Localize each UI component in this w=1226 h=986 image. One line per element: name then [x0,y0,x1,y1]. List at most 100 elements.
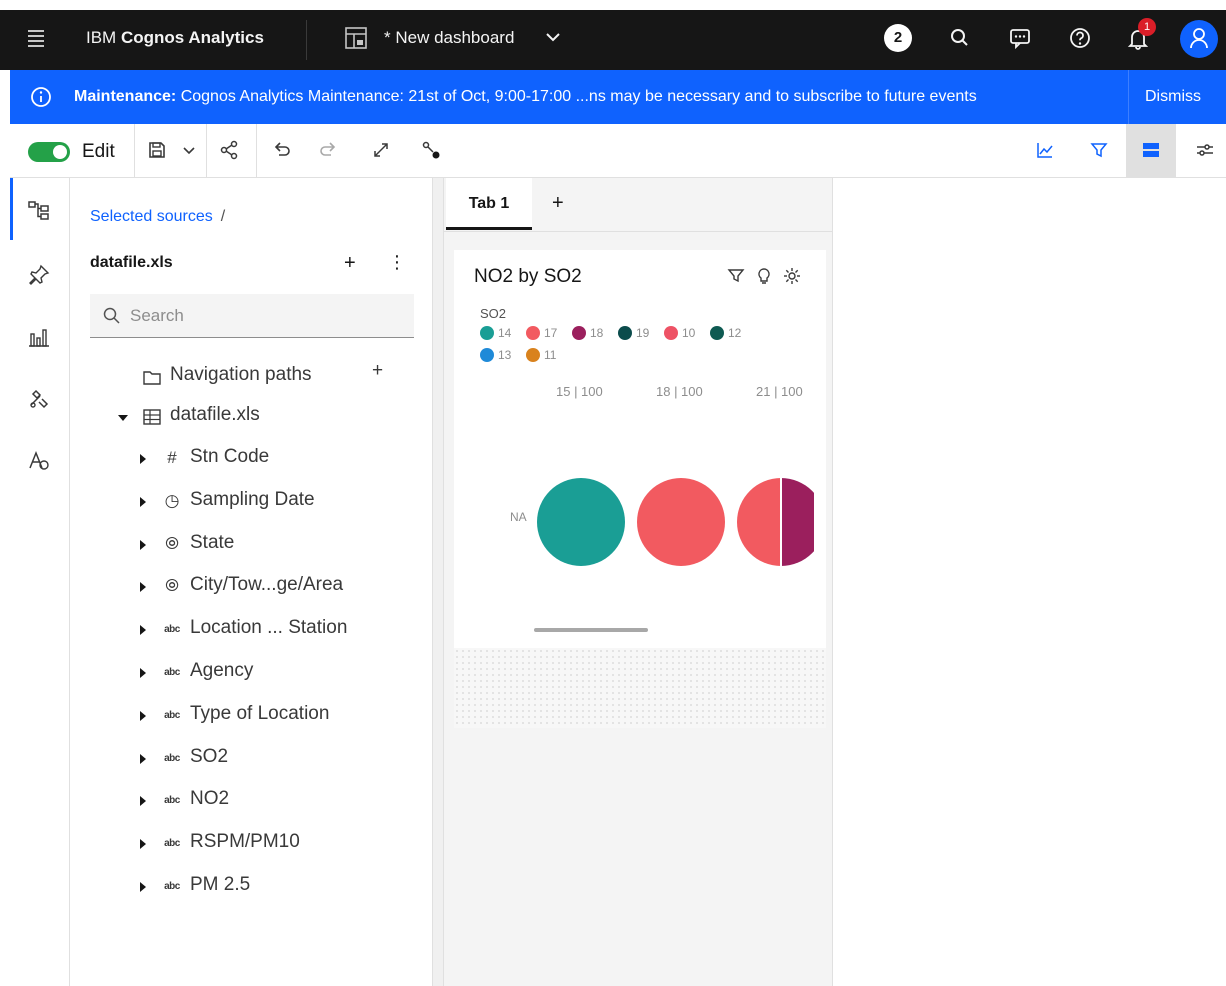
dashboard-canvas: Tab 1 + NO2 by SO2 SO2 14 17 18 19 10 12 13 11 … [444,178,832,986]
source-title: datafile.xls [90,254,173,271]
user-avatar[interactable] [1180,20,1218,58]
clock-icon: ◷ [164,490,180,510]
banner-text: Cognos Analytics Maintenance: 21st of Oc… [176,88,977,105]
breadcrumb-selected-sources[interactable]: Selected sources [90,208,213,225]
menu-icon[interactable] [28,30,44,50]
chevron-down-icon[interactable] [178,139,200,161]
bubble-partial-21[interactable] [737,478,825,566]
field-label: Stn Code [190,446,270,467]
field-label: SO2 [190,745,229,767]
tab-bar: Tab 1 + [444,178,832,232]
bubble-17[interactable] [637,478,725,566]
caret-right-icon[interactable] [140,582,146,593]
add-tab-button[interactable]: + [552,192,564,215]
horizontal-scrollbar[interactable] [534,628,648,632]
dismiss-label: Dismiss [1145,88,1201,105]
filter-icon[interactable] [1088,139,1110,161]
fullscreen-icon[interactable] [370,139,392,161]
chat-icon[interactable] [1006,24,1034,52]
field-label: Type of Location [190,702,330,724]
text-abc-icon: abc [164,624,180,636]
caret-right-icon[interactable] [140,496,146,507]
caret-right-icon[interactable] [140,882,146,892]
sources-panel: Selected sources / datafile.xls + ⋮ Navig… [70,178,432,986]
table-icon [143,409,161,425]
location-icon: ⦾ [165,576,179,596]
properties-icon[interactable] [1194,139,1216,161]
pin-connect-icon[interactable] [420,139,442,161]
field-label: Sampling Date [190,488,315,510]
caret-right-icon[interactable] [140,454,146,464]
info-icon [31,87,51,107]
count-badge[interactable]: 2 [884,24,912,52]
text-abc-icon: abc [164,795,180,807]
text-abc-icon: abc [164,881,180,892]
field-label: Location ... Station [190,617,348,639]
dashboard-icon [345,27,367,49]
search-input[interactable] [130,294,400,338]
field-label: Agency [190,660,254,681]
navigation-paths-label: Navigation paths [170,364,312,385]
save-icon[interactable] [146,139,168,161]
dashboard-toolbar: Edit [10,124,1226,178]
add-source-button[interactable]: + [344,252,356,275]
caret-right-icon[interactable] [140,839,146,850]
panel-icon [1143,143,1159,157]
tab-1[interactable]: Tab 1 [446,178,532,230]
search-icon [103,307,120,324]
caret-right-icon[interactable] [140,668,146,678]
redo-icon[interactable] [318,139,340,161]
toolbar-divider [256,124,257,178]
folder-icon [143,371,161,385]
caret-right-icon[interactable] [140,625,146,636]
text-abc-icon: abc [164,709,180,721]
text-abc-icon: abc [164,667,180,678]
pin-icon[interactable] [26,262,52,288]
edit-label: Edit [82,141,115,162]
rail-active-indicator [10,178,13,240]
app-brand: IBM Cognos Analytics [86,28,264,48]
bubble-14[interactable] [537,478,625,566]
header-divider [306,20,307,60]
field-label: City/Tow...ge/Area [190,574,344,596]
banner-message: Maintenance: Cognos Analytics Maintenanc… [74,88,977,106]
caret-right-icon[interactable] [140,539,146,550]
visualizations-icon[interactable] [26,324,52,350]
canvas-grid-area [454,648,826,728]
caret-right-icon[interactable] [140,710,146,721]
top-header: IBM Cognos Analytics * New dashboard 2 1 [0,0,1226,70]
dismiss-button[interactable]: Dismiss [1128,70,1226,124]
canvas-empty-area [832,178,1226,986]
help-icon[interactable] [1066,24,1094,52]
data-sources-icon[interactable] [26,198,52,224]
caret-right-icon[interactable] [140,796,146,807]
layout-toggle-button[interactable] [1126,124,1176,178]
brand-name: Cognos Analytics [120,28,264,47]
share-icon[interactable] [218,139,240,161]
edit-toggle[interactable] [28,142,70,162]
breadcrumb: Selected sources / [90,208,225,226]
text-shapes-icon[interactable] [26,448,52,474]
maintenance-banner: Maintenance: Cognos Analytics Maintenanc… [10,70,1226,124]
add-navigation-path-button[interactable]: + [372,360,383,382]
caret-right-icon[interactable] [140,753,146,764]
search-icon[interactable] [946,24,974,52]
left-rail [10,178,70,986]
caret-down-icon[interactable] [118,415,128,421]
chevron-down-icon[interactable] [544,28,562,46]
field-label: PM 2.5 [190,874,251,895]
insights-icon[interactable] [1034,139,1056,161]
panel-splitter[interactable] [432,178,444,986]
toolbar-divider [134,124,135,178]
overflow-menu-icon[interactable]: ⋮ [388,252,406,273]
toolbar-divider [206,124,207,178]
banner-label: Maintenance: [74,88,177,105]
chart-widget[interactable]: NO2 by SO2 SO2 14 17 18 19 10 12 13 11 15 | 100… [454,250,826,648]
undo-icon[interactable] [270,139,292,161]
brand-prefix: IBM [86,28,117,47]
dashboard-title[interactable]: * New dashboard [384,28,514,48]
text-abc-icon: abc [164,752,180,764]
bubble-plot [537,478,825,566]
widgets-tools-icon[interactable] [26,386,52,412]
user-icon [1190,28,1208,49]
